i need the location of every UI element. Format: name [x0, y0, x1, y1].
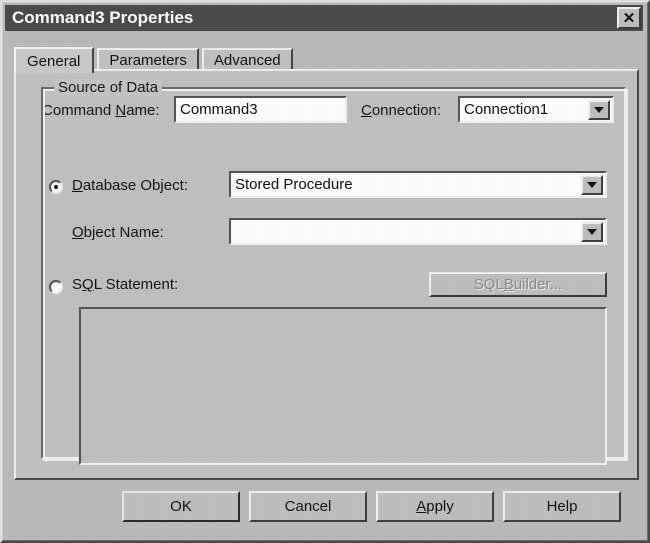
tab-parameters-label: Parameters: [109, 52, 187, 69]
tab-parameters[interactable]: Parameters: [97, 48, 199, 71]
database-object-accel: D: [72, 177, 83, 194]
tab-general-label: General: [27, 52, 81, 70]
sql-statement-label: SQL Statement:: [72, 276, 178, 293]
help-button[interactable]: Help: [503, 491, 621, 522]
sql-statement-accel: Q: [82, 276, 94, 293]
dialog-window: Command3 Properties ✕ General Parameters…: [0, 0, 650, 543]
apply-label-post: pply: [426, 498, 454, 515]
database-object-combobox[interactable]: Stored Procedure: [229, 171, 607, 198]
cancel-button[interactable]: Cancel: [249, 491, 367, 522]
close-button[interactable]: ✕: [617, 7, 641, 29]
object-name-label-post: bject Name:: [83, 224, 164, 241]
sql-builder-accel: B: [503, 276, 514, 293]
database-object-value: Stored Procedure: [235, 176, 353, 193]
database-object-label-post: atabase Object:: [82, 177, 188, 194]
window-title: Command3 Properties: [12, 8, 194, 27]
chevron-down-icon[interactable]: [581, 174, 603, 195]
sql-statement-label-post: L Statement:: [93, 276, 179, 293]
radio-sql-statement[interactable]: [49, 280, 63, 294]
tab-panel-general: Command Name: Command3 Connection: Conne…: [14, 69, 639, 480]
tab-general[interactable]: General: [14, 47, 95, 73]
sql-builder-label-pre: SQL: [473, 276, 504, 293]
ok-button[interactable]: OK: [122, 491, 240, 522]
tab-strip: General Parameters Advanced: [14, 47, 293, 73]
sql-builder-button[interactable]: SQL Builder...: [429, 272, 607, 297]
radio-database-object[interactable]: [49, 180, 63, 194]
sql-statement-textarea[interactable]: [79, 307, 607, 465]
tab-advanced[interactable]: Advanced: [201, 48, 293, 71]
sql-statement-label-pre: S: [72, 276, 83, 293]
apply-accel: A: [416, 498, 427, 515]
database-object-label: Database Object:: [72, 177, 188, 194]
tab-advanced-label: Advanced: [213, 52, 281, 69]
help-label-pre: Help: [546, 498, 578, 515]
cancel-label-pre: Cancel: [284, 498, 332, 515]
chevron-down-icon[interactable]: [581, 221, 603, 242]
close-icon: ✕: [622, 9, 636, 27]
object-name-combobox[interactable]: [229, 218, 607, 245]
sql-builder-label-post: uilder...: [513, 276, 563, 293]
apply-button[interactable]: Apply: [376, 491, 494, 522]
object-name-accel: O: [72, 224, 84, 241]
source-of-data-title: Source of Data: [54, 79, 163, 96]
title-bar: Command3 Properties ✕: [5, 5, 643, 31]
ok-label-pre: OK: [170, 498, 192, 515]
object-name-label: Object Name:: [72, 224, 164, 241]
